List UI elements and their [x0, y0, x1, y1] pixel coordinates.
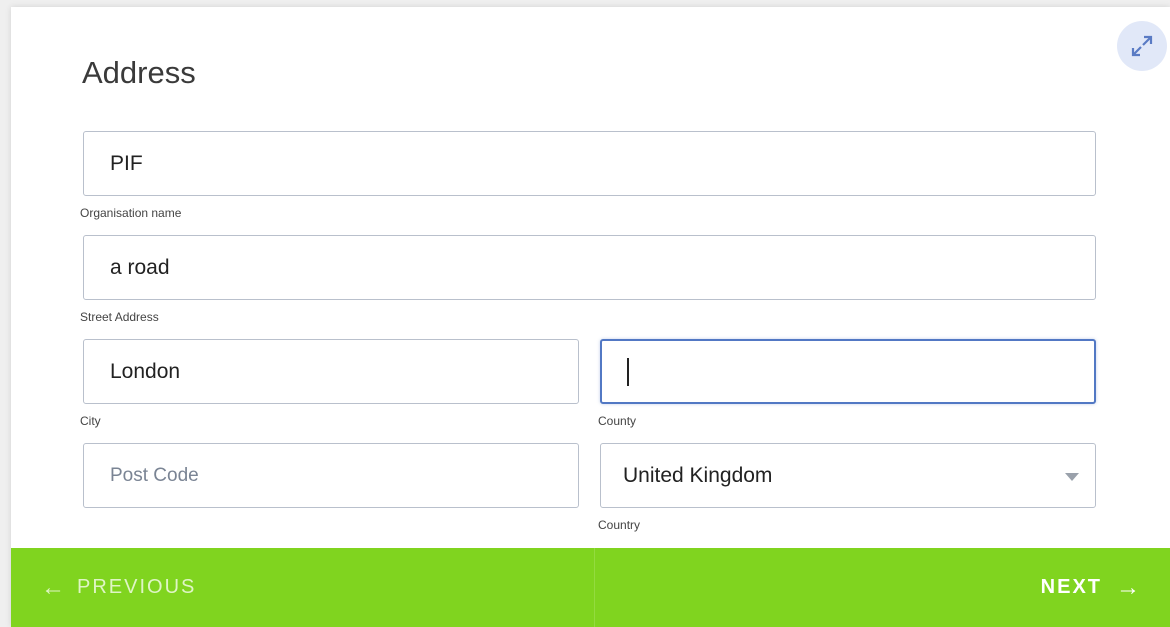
page-title: Address [82, 55, 196, 90]
arrow-left-icon: ← [41, 573, 65, 601]
next-label: NEXT [1040, 576, 1102, 598]
country-label: Country [598, 518, 641, 532]
city-label: City [80, 414, 101, 428]
previous-button[interactable]: ← PREVIOUS [11, 548, 595, 627]
county-label: County [598, 414, 637, 428]
arrow-right-icon: → [1116, 573, 1140, 601]
post-code-placeholder: Post Code [110, 464, 199, 486]
city-field[interactable]: London [83, 339, 579, 404]
street-address-label: Street Address [80, 310, 159, 324]
expand-icon [1131, 35, 1153, 57]
organisation-name-label: Organisation name [80, 206, 182, 220]
text-cursor [627, 357, 629, 386]
previous-label: PREVIOUS [77, 576, 197, 598]
country-select[interactable]: United Kingdom [600, 443, 1096, 508]
chevron-down-icon [1065, 473, 1079, 481]
city-value: London [110, 359, 181, 383]
footer-nav: ← PREVIOUS NEXT → [11, 548, 1170, 627]
street-address-field[interactable]: a road [83, 235, 1096, 300]
next-button[interactable]: NEXT → [596, 548, 1170, 627]
address-card: Address PIF Organisation name a road Str… [11, 7, 1170, 627]
post-code-field[interactable]: Post Code [83, 443, 579, 508]
organisation-name-value: PIF [110, 151, 143, 175]
organisation-name-field[interactable]: PIF [83, 131, 1096, 196]
county-field[interactable] [600, 339, 1096, 404]
country-value: United Kingdom [623, 463, 773, 487]
expand-button[interactable] [1117, 21, 1167, 71]
street-address-value: a road [110, 255, 170, 279]
